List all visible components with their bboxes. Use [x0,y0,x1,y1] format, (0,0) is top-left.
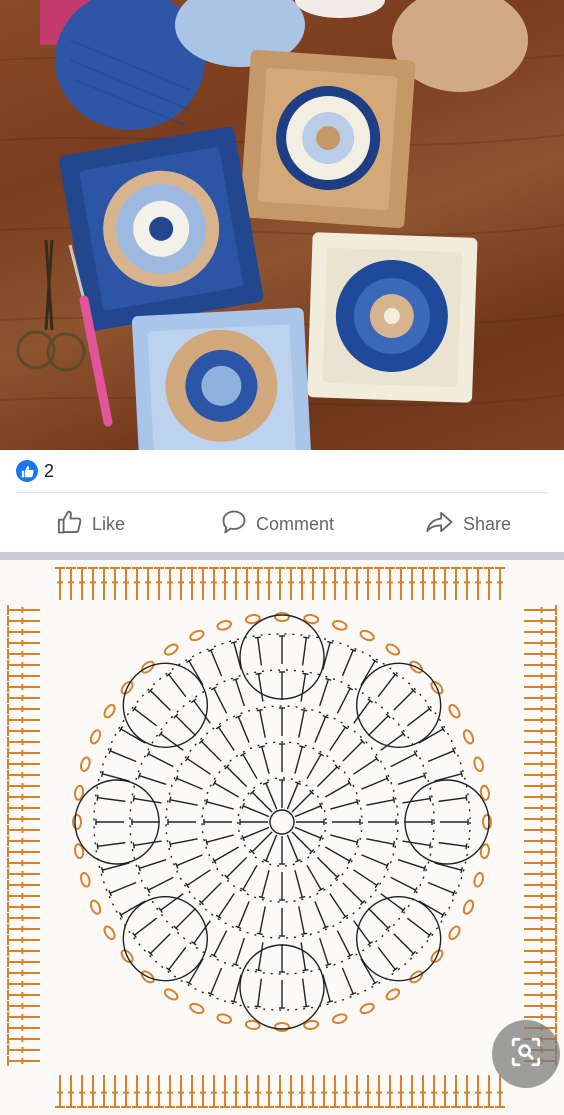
visual-search-button[interactable] [492,1020,560,1088]
cream-granny-square [307,232,478,403]
like-icon [56,508,84,541]
crochet-chart-illustration [7,567,557,1108]
light-blue-granny-square [131,307,312,450]
like-button[interactable]: Like [56,500,125,548]
tan-granny-square [239,49,416,229]
crochet-photo-illustration [0,0,564,450]
section-separator [0,552,564,560]
reaction-count: 2 [44,460,55,481]
share-button[interactable]: Share [425,500,511,548]
share-icon [425,508,455,541]
share-label: Share [463,513,512,534]
visual-search-icon [509,1035,543,1074]
inner-flower-stitches [74,614,490,1030]
blue-granny-square [59,126,264,331]
divider [16,492,548,493]
comment-icon [220,508,248,541]
reaction-summary[interactable]: 2 [16,458,54,484]
post-page: 2 Like Comment Share [0,0,564,1115]
thumbs-up-icon [16,460,38,482]
crochet-diagram-image[interactable] [0,560,564,1115]
post-action-bar: Like Comment Share [0,500,564,548]
comment-button[interactable]: Comment [220,500,334,548]
post-photo[interactable] [0,0,564,450]
comment-label: Comment [256,513,335,534]
like-label: Like [92,513,126,534]
